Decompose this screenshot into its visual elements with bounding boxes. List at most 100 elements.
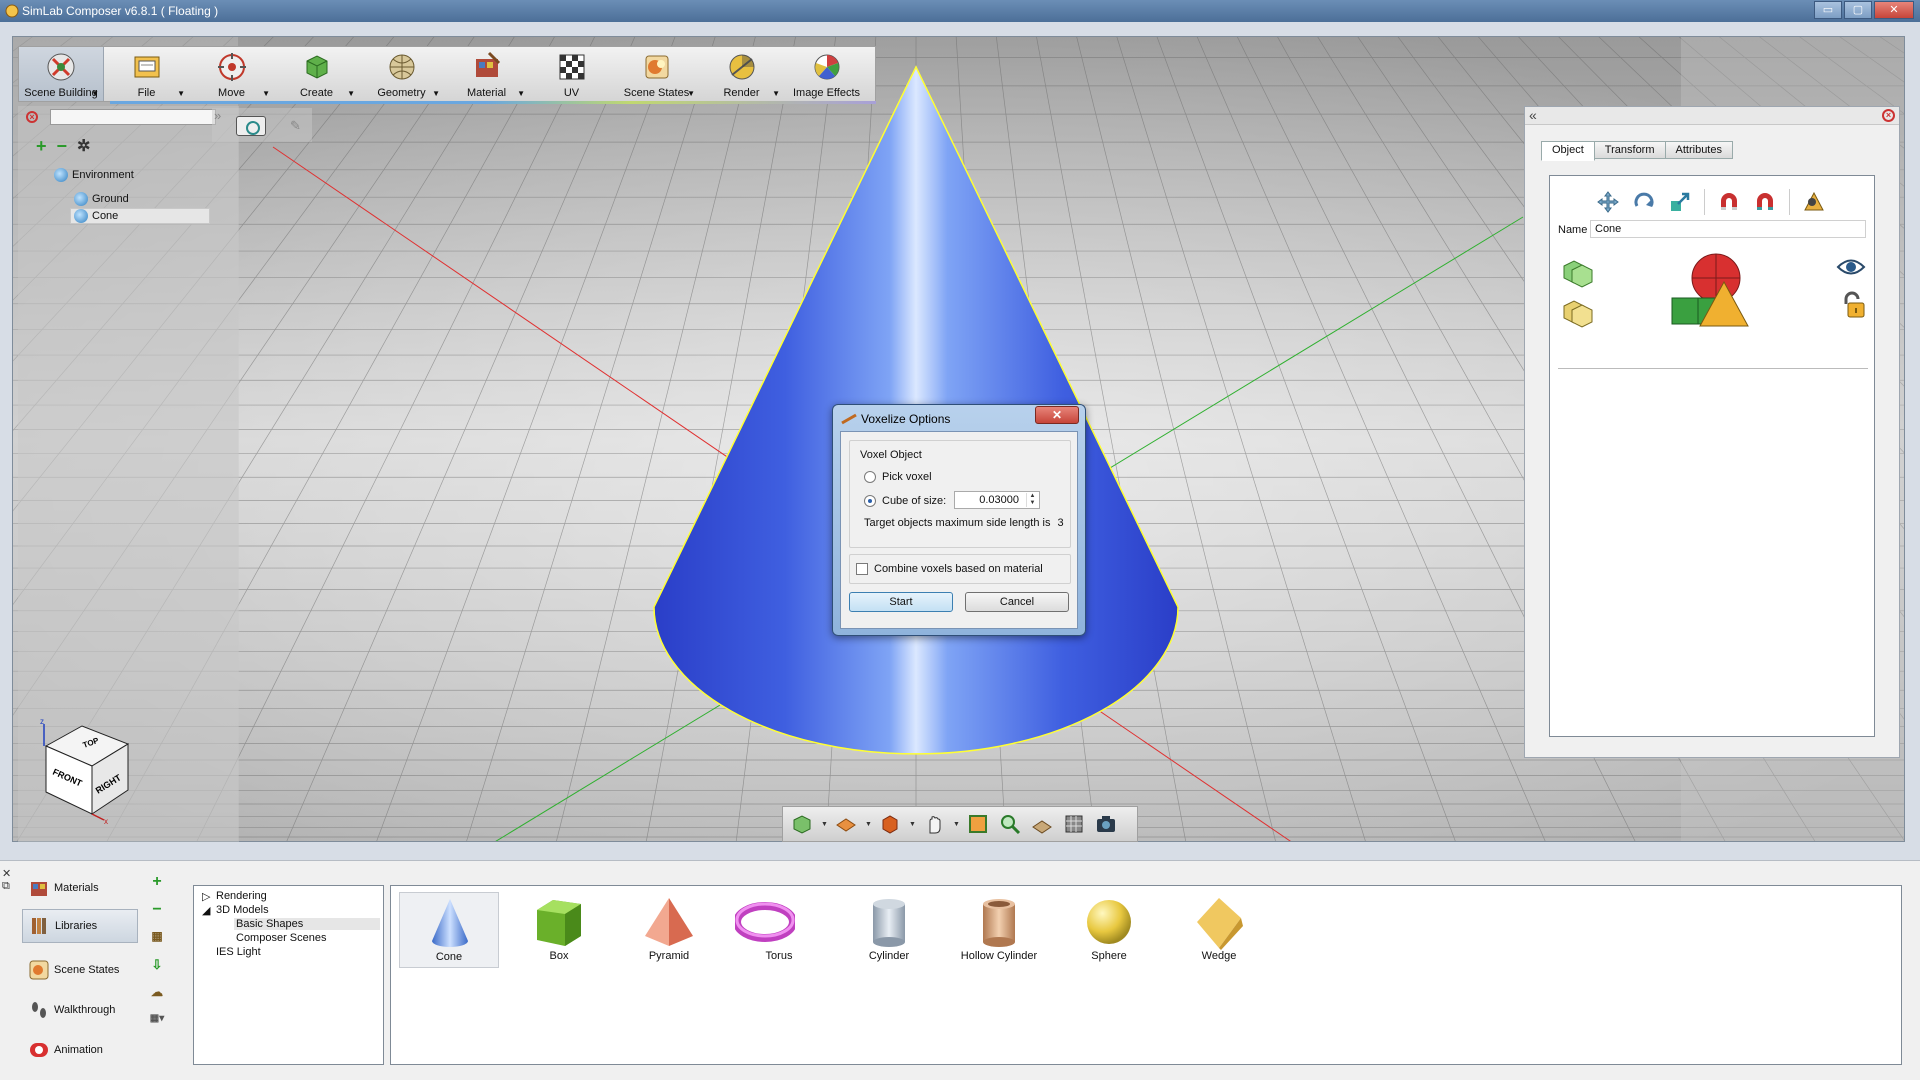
library-item-cylinder[interactable]: Cylinder bbox=[839, 892, 939, 968]
add-node-icon[interactable]: + bbox=[36, 136, 47, 157]
dialog-close-button[interactable]: ✕ bbox=[1035, 406, 1079, 424]
close-panel-icon[interactable]: × bbox=[26, 111, 38, 123]
library-share-icon[interactable]: ☁ bbox=[148, 985, 166, 1013]
snap-magnet-icon[interactable] bbox=[1715, 188, 1743, 216]
zoom-icon[interactable] bbox=[997, 811, 1023, 837]
screenshot-camera-icon[interactable] bbox=[1093, 811, 1119, 837]
library-tree: ▷ Rendering ◢ 3D Models Basic Shapes Com… bbox=[193, 885, 384, 1065]
voxelize-options-dialog: Voxelize Options ✕ Voxel Object Pick vox… bbox=[832, 404, 1086, 636]
shading-icon[interactable] bbox=[877, 811, 903, 837]
library-item-hollow-cylinder[interactable]: Hollow Cylinder bbox=[949, 892, 1049, 968]
toolbar-scene-building[interactable]: Scene Building ▼ bbox=[19, 47, 104, 101]
start-button[interactable]: Start bbox=[849, 592, 953, 612]
dropdown-arrow-icon[interactable]: ▼ bbox=[909, 821, 916, 828]
pivot-icon[interactable] bbox=[1800, 188, 1828, 216]
floor-icon[interactable] bbox=[833, 811, 859, 837]
library-item-box[interactable]: Box bbox=[509, 892, 609, 968]
tree-expand-icon[interactable]: ▷ bbox=[202, 890, 210, 903]
toolbar-uv[interactable]: UV bbox=[529, 47, 614, 101]
library-item-wedge[interactable]: Wedge bbox=[1169, 892, 1269, 968]
remove-library-icon[interactable]: − bbox=[148, 901, 166, 929]
move-object-icon[interactable] bbox=[1594, 188, 1622, 216]
z-axis-label: z bbox=[40, 717, 44, 726]
group-icon[interactable] bbox=[1560, 256, 1594, 290]
toolbar-image-effects[interactable]: Image Effects bbox=[784, 47, 869, 101]
bottom-side-nav: Materials Libraries Scene States Walkthr… bbox=[20, 865, 138, 1075]
toolbar-render[interactable]: Render ▼ bbox=[699, 47, 784, 101]
dropdown-arrow-icon[interactable]: ▼ bbox=[953, 821, 960, 828]
cube-size-radio[interactable] bbox=[864, 495, 876, 507]
cube-size-spinbox[interactable]: 0.03000 ▲ ▼ bbox=[954, 491, 1040, 509]
nav-materials[interactable]: Materials bbox=[22, 871, 138, 905]
nav-walkthrough[interactable]: Walkthrough bbox=[22, 993, 138, 1027]
remove-node-icon[interactable]: − bbox=[57, 136, 68, 157]
snap-magnet-alt-icon[interactable] bbox=[1751, 188, 1779, 216]
maximize-button[interactable]: ▢ bbox=[1844, 1, 1872, 19]
dock-controls-icon[interactable]: ✕ ⧉ bbox=[2, 867, 16, 892]
ground-plane-icon[interactable] bbox=[1029, 811, 1055, 837]
tab-object[interactable]: Object bbox=[1541, 141, 1595, 161]
tree-item-ground[interactable]: Ground bbox=[74, 192, 129, 206]
pick-voxel-radio[interactable] bbox=[864, 471, 876, 483]
tree-item-cone[interactable]: Cone bbox=[70, 208, 210, 224]
library-ies-light[interactable]: IES Light bbox=[216, 946, 261, 958]
toolbar-accent-bar bbox=[110, 101, 876, 104]
view-cube[interactable]: TOP FRONT RIGHT z x bbox=[38, 716, 138, 826]
toolbar-create[interactable]: Create ▼ bbox=[274, 47, 359, 101]
view-mode-icon[interactable] bbox=[789, 811, 815, 837]
scene-search-field[interactable] bbox=[50, 109, 216, 125]
toolbar-geometry[interactable]: Geometry ▼ bbox=[359, 47, 444, 101]
library-basic-shapes[interactable]: Basic Shapes bbox=[234, 918, 380, 930]
add-library-icon[interactable]: + bbox=[148, 873, 166, 901]
cancel-button[interactable]: Cancel bbox=[965, 592, 1069, 612]
tree-expand-icon[interactable]: ◢ bbox=[202, 904, 210, 917]
camera-icon[interactable] bbox=[236, 116, 266, 136]
lock-icon[interactable] bbox=[1840, 290, 1868, 320]
nav-scene-states[interactable]: Scene States bbox=[22, 953, 138, 987]
library-3d-models[interactable]: 3D Models bbox=[216, 904, 269, 916]
nav-libraries[interactable]: Libraries bbox=[22, 909, 138, 943]
pick-voxel-option[interactable]: Pick voxel bbox=[864, 471, 932, 483]
close-window-button[interactable]: ✕ bbox=[1874, 1, 1914, 19]
library-item-cone[interactable]: Cone bbox=[399, 892, 499, 968]
pan-hand-icon[interactable] bbox=[921, 811, 947, 837]
dropdown-arrow-icon[interactable]: ▼ bbox=[865, 821, 872, 828]
library-download-icon[interactable]: ⇩ bbox=[148, 957, 166, 985]
library-folder-icon[interactable]: ▦ bbox=[148, 929, 166, 957]
toolbar-file[interactable]: File ▼ bbox=[104, 47, 189, 101]
title-bar: SimLab Composer v6.8.1 ( Floating ) ▭ ▢ … bbox=[0, 0, 1920, 22]
library-rendering[interactable]: Rendering bbox=[216, 890, 267, 902]
tab-transform[interactable]: Transform bbox=[1593, 141, 1666, 159]
nav-animation[interactable]: Animation bbox=[22, 1033, 138, 1067]
tab-attributes[interactable]: Attributes bbox=[1664, 141, 1733, 159]
library-item-sphere[interactable]: Sphere bbox=[1059, 892, 1159, 968]
dropdown-arrow-icon[interactable]: ▼ bbox=[821, 821, 828, 828]
visibility-eye-icon[interactable] bbox=[1836, 256, 1866, 278]
library-options-icon[interactable]: ▦▾ bbox=[148, 1013, 166, 1041]
fit-all-icon[interactable] bbox=[965, 811, 991, 837]
brush-icon[interactable]: ✎ bbox=[290, 118, 304, 133]
rotate-object-icon[interactable] bbox=[1630, 188, 1658, 216]
libraries-icon bbox=[32, 918, 46, 934]
library-item-pyramid[interactable]: Pyramid bbox=[619, 892, 719, 968]
library-item-torus[interactable]: Torus bbox=[729, 892, 829, 968]
combine-voxels-checkbox[interactable] bbox=[856, 563, 868, 575]
collapse-panel-icon[interactable]: « bbox=[1529, 107, 1537, 123]
toolbar-material[interactable]: Material ▼ bbox=[444, 47, 529, 101]
grid-icon[interactable] bbox=[1061, 811, 1087, 837]
toolbar-scene-states[interactable]: Scene States ▼ bbox=[614, 47, 699, 101]
library-composer-scenes[interactable]: Composer Scenes bbox=[236, 932, 327, 944]
dropdown-arrow-icon: ▼ bbox=[517, 89, 525, 98]
navigation-toolbar: ▼ ▼ ▼ ▼ bbox=[782, 806, 1138, 842]
cube-size-option[interactable]: Cube of size: bbox=[864, 495, 946, 507]
minimize-button[interactable]: ▭ bbox=[1814, 1, 1842, 19]
tree-item-environment[interactable]: Environment bbox=[54, 168, 134, 182]
spin-arrows-icon[interactable]: ▲ ▼ bbox=[1026, 493, 1038, 507]
close-panel-icon[interactable]: × bbox=[1882, 109, 1895, 122]
toolbar-move[interactable]: Move ▼ bbox=[189, 47, 274, 101]
combine-voxels-option[interactable]: Combine voxels based on material bbox=[856, 563, 1043, 575]
object-name-field[interactable]: Cone bbox=[1590, 220, 1866, 238]
ungroup-icon[interactable] bbox=[1560, 296, 1594, 330]
scale-object-icon[interactable] bbox=[1666, 188, 1694, 216]
settings-icon[interactable]: ✲ bbox=[77, 136, 90, 157]
